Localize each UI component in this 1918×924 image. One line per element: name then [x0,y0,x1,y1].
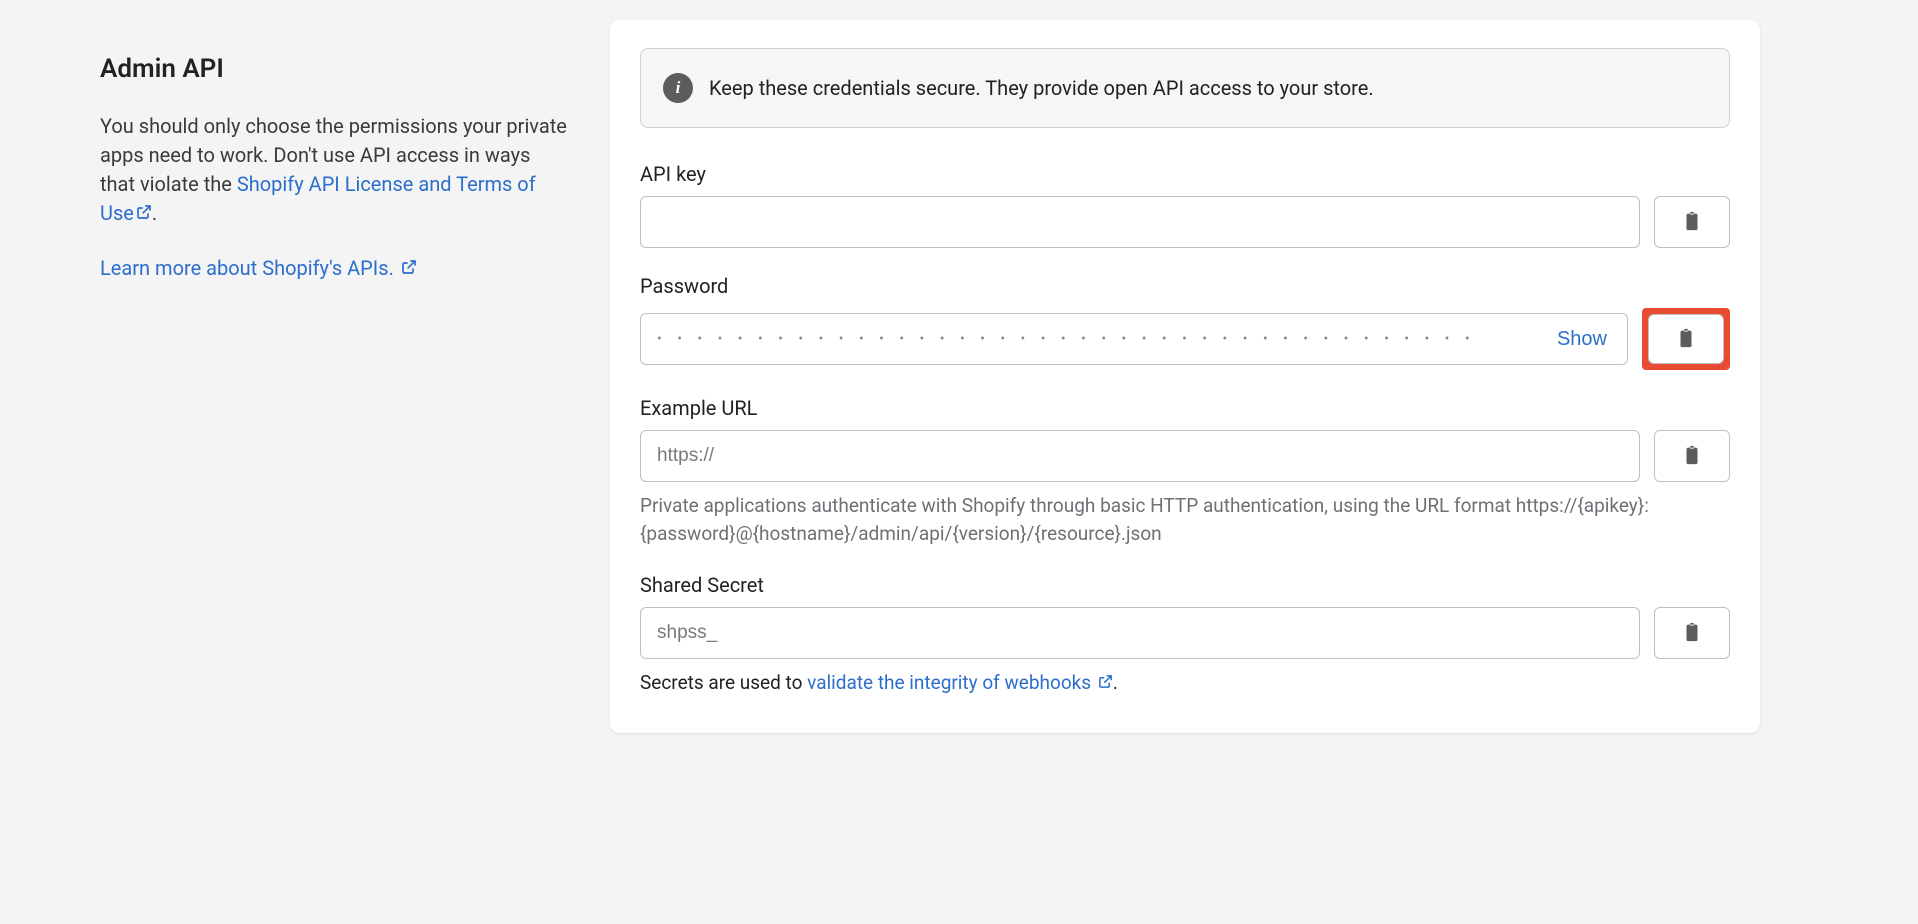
password-input-wrap[interactable]: • • • • • • • • • • • • • • • • • • • • … [640,313,1628,365]
validate-webhooks-link[interactable]: validate the integrity of webhooks [807,671,1113,694]
sidebar: Admin API You should only choose the per… [100,20,570,733]
password-masked: • • • • • • • • • • • • • • • • • • • • … [657,331,1541,347]
security-banner: i Keep these credentials secure. They pr… [640,48,1730,128]
clipboard-icon [1675,326,1697,353]
shared-secret-help: Secrets are used to validate the integri… [640,669,1730,697]
shared-secret-label: Shared Secret [640,573,1730,597]
example-url-field: Example URL Private applications authent… [640,396,1730,547]
credentials-card: i Keep these credentials secure. They pr… [610,20,1760,733]
copy-password-button[interactable] [1648,314,1724,364]
show-password-button[interactable]: Show [1553,328,1611,351]
learn-more-link[interactable]: Learn more about Shopify's APIs. [100,256,417,280]
clipboard-icon [1681,443,1703,470]
password-field: Password • • • • • • • • • • • • • • • •… [640,274,1730,370]
shared-secret-input[interactable] [640,607,1640,659]
example-url-input[interactable] [640,430,1640,482]
copy-example-url-button[interactable] [1654,430,1730,482]
api-key-input[interactable] [640,196,1640,248]
example-url-help: Private applications authenticate with S… [640,492,1730,547]
external-link-icon [136,199,152,228]
sidebar-title: Admin API [100,54,570,84]
external-link-icon [401,254,417,283]
api-key-field: API key [640,162,1730,248]
info-icon: i [663,73,693,103]
shared-secret-field: Shared Secret Secrets are used to valida… [640,573,1730,697]
highlight-annotation [1642,308,1730,370]
external-link-icon [1098,669,1113,697]
sidebar-description: You should only choose the permissions y… [100,112,570,228]
password-label: Password [640,274,1730,298]
clipboard-icon [1681,209,1703,236]
api-key-label: API key [640,162,1730,186]
clipboard-icon [1681,620,1703,647]
banner-text: Keep these credentials secure. They prov… [709,76,1374,100]
copy-shared-secret-button[interactable] [1654,607,1730,659]
example-url-label: Example URL [640,396,1730,420]
copy-api-key-button[interactable] [1654,196,1730,248]
